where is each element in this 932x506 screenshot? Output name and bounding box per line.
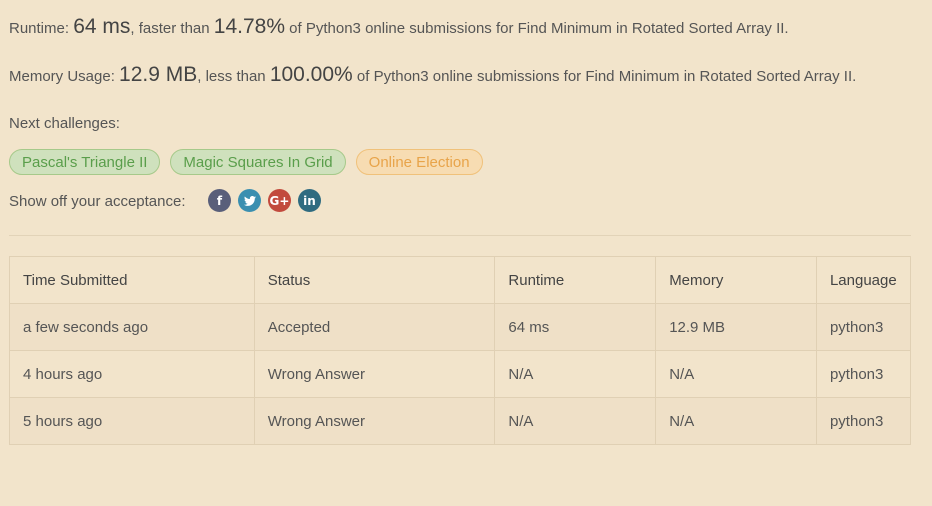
cell-runtime: N/A	[494, 350, 657, 398]
twitter-icon[interactable]	[238, 189, 261, 212]
table-row: a few seconds ago Accepted 64 ms 12.9 MB…	[9, 303, 912, 351]
submission-result-panel: Runtime: 64 ms, faster than 14.78% of Py…	[0, 0, 932, 506]
next-challenges-list: Pascal's Triangle II Magic Squares In Gr…	[9, 149, 483, 175]
memory-suffix: of Python3 online submissions for Find M…	[352, 68, 857, 85]
cell-language: python3	[815, 303, 912, 351]
cell-memory: N/A	[655, 397, 817, 445]
facebook-icon[interactable]: f	[208, 189, 231, 212]
cell-status[interactable]: Wrong Answer	[253, 397, 496, 445]
cell-time-submitted: a few seconds ago	[9, 303, 255, 351]
header-runtime: Runtime	[494, 256, 657, 304]
cell-status[interactable]: Wrong Answer	[253, 350, 496, 398]
share-icons: f G+ in	[208, 189, 321, 212]
runtime-middle: , faster than	[130, 20, 214, 37]
challenge-online-election[interactable]: Online Election	[355, 149, 483, 175]
cell-time-submitted: 5 hours ago	[9, 397, 255, 445]
cell-language: python3	[815, 397, 912, 445]
cell-runtime: N/A	[494, 397, 657, 445]
runtime-suffix: of Python3 online submissions for Find M…	[285, 20, 789, 37]
challenge-magic-squares-in-grid[interactable]: Magic Squares In Grid	[170, 149, 346, 175]
runtime-value: 64 ms	[73, 15, 131, 38]
cell-status[interactable]: Accepted	[253, 303, 496, 351]
section-divider	[9, 235, 911, 236]
header-status: Status	[253, 256, 496, 304]
runtime-percent: 14.78%	[213, 15, 286, 38]
twitter-bird-glyph	[243, 195, 256, 206]
memory-middle: , less than	[197, 68, 270, 85]
share-label: Show off your acceptance:	[9, 193, 186, 210]
table-row: 4 hours ago Wrong Answer N/A N/A python3	[9, 350, 912, 398]
table-header-row: Time Submitted Status Runtime Memory Lan…	[9, 256, 912, 304]
header-memory: Memory	[655, 256, 817, 304]
table-row: 5 hours ago Wrong Answer N/A N/A python3	[9, 397, 912, 445]
google-plus-icon[interactable]: G+	[268, 189, 291, 212]
submissions-table: Time Submitted Status Runtime Memory Lan…	[9, 256, 912, 445]
memory-value: 12.9 MB	[119, 63, 198, 86]
runtime-summary: Runtime: 64 ms, faster than 14.78% of Py…	[9, 15, 789, 39]
memory-prefix: Memory Usage:	[9, 68, 120, 85]
challenge-pascals-triangle-ii[interactable]: Pascal's Triangle II	[9, 149, 161, 175]
header-language: Language	[815, 256, 912, 304]
linkedin-icon[interactable]: in	[298, 189, 321, 212]
next-challenges-label: Next challenges:	[9, 115, 120, 132]
cell-runtime: 64 ms	[494, 303, 657, 351]
cell-memory: N/A	[655, 350, 817, 398]
cell-time-submitted: 4 hours ago	[9, 350, 255, 398]
memory-percent: 100.00%	[269, 63, 353, 86]
runtime-prefix: Runtime:	[9, 20, 74, 37]
cell-memory: 12.9 MB	[655, 303, 817, 351]
header-time-submitted: Time Submitted	[9, 256, 255, 304]
memory-summary: Memory Usage: 12.9 MB, less than 100.00%…	[9, 63, 856, 87]
cell-language: python3	[815, 350, 912, 398]
